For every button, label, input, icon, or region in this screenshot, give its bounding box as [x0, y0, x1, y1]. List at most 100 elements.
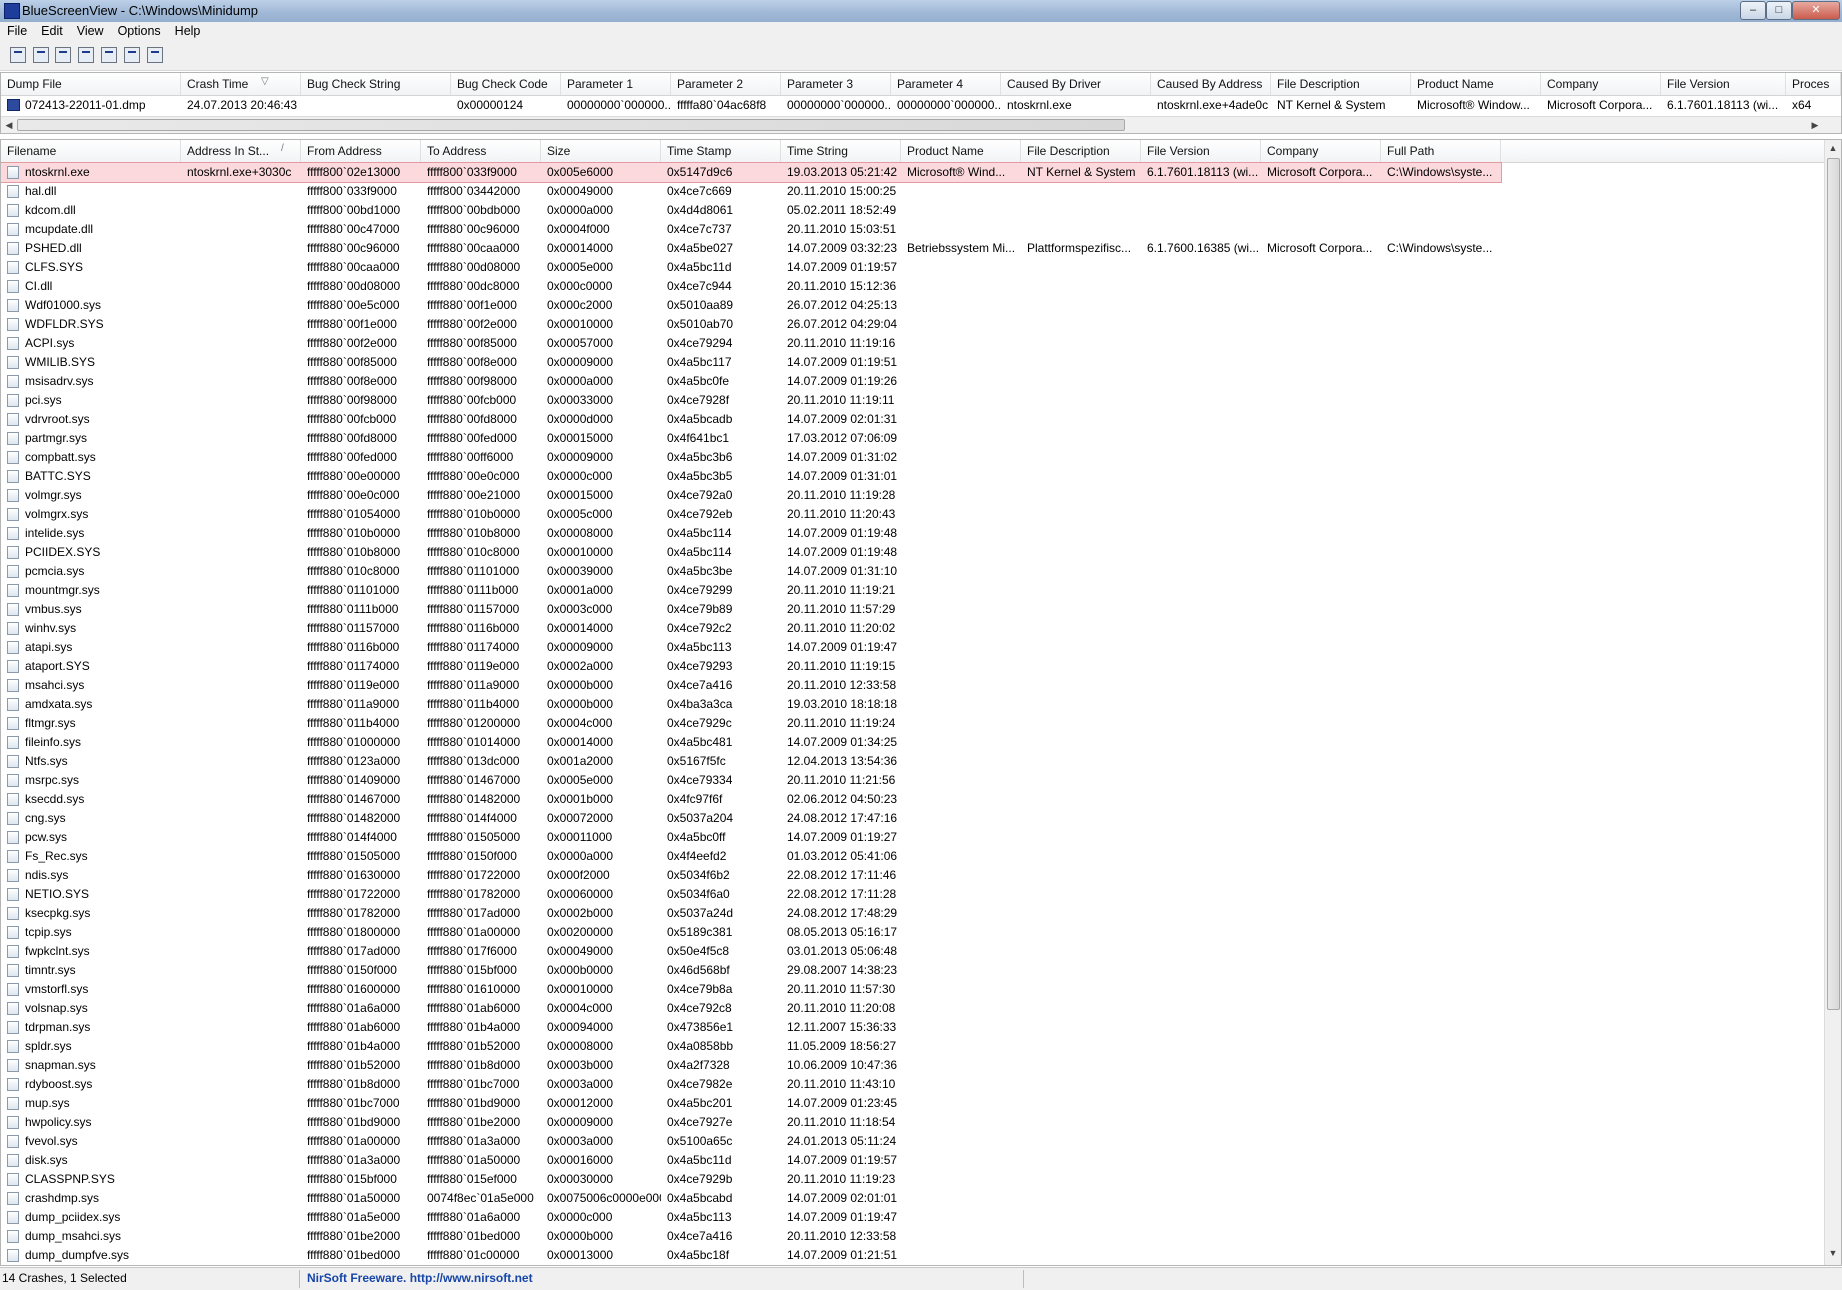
- column-header-full-path[interactable]: Full Path: [1381, 140, 1501, 162]
- column-header-parameter-3[interactable]: Parameter 3: [781, 73, 891, 95]
- column-header-parameter-1[interactable]: Parameter 1: [561, 73, 671, 95]
- properties-icon[interactable]: [101, 47, 117, 63]
- driver-row[interactable]: PCIIDEX.SYS fffff880`010b8000 fffff880`010…: [1, 543, 1501, 562]
- driver-row[interactable]: volmgrx.sys fffff880`01054000 fffff880`010…: [1, 505, 1501, 524]
- driver-row[interactable]: ataport.SYS fffff880`01174000 fffff880`011…: [1, 657, 1501, 676]
- column-header-file-version[interactable]: File Version: [1141, 140, 1261, 162]
- driver-row[interactable]: winhv.sys fffff880`01157000 fffff880`0116b…: [1, 619, 1501, 638]
- driver-row[interactable]: pcmcia.sys fffff880`010c8000 fffff880`0110…: [1, 562, 1501, 581]
- driver-row[interactable]: pcw.sys fffff880`014f4000 fffff880`0150500…: [1, 828, 1501, 847]
- driver-row[interactable]: rdyboost.sys fffff880`01b8d000 fffff880`01…: [1, 1075, 1501, 1094]
- column-header-parameter-2[interactable]: Parameter 2: [671, 73, 781, 95]
- column-header-company[interactable]: Company: [1261, 140, 1381, 162]
- menu-options[interactable]: Options: [111, 22, 168, 38]
- driver-row[interactable]: pci.sys fffff880`00f98000 fffff880`00fcb00…: [1, 391, 1501, 410]
- driver-row[interactable]: tcpip.sys fffff880`01800000 fffff880`01a00…: [1, 923, 1501, 942]
- refresh-icon[interactable]: [55, 47, 71, 63]
- driver-row[interactable]: hal.dll fffff800`033f9000 fffff800`0344200…: [1, 182, 1501, 201]
- column-header-product-name[interactable]: Product Name: [901, 140, 1021, 162]
- column-header-from-address[interactable]: From Address: [301, 140, 421, 162]
- column-header-file-description[interactable]: File Description: [1271, 73, 1411, 95]
- dump-row[interactable]: 072413-22011-01.dmp 24.07.2013 20:46:43 0x…: [1, 96, 1841, 115]
- driver-row[interactable]: snapman.sys fffff880`01b52000 fffff880`01b…: [1, 1056, 1501, 1075]
- column-header-parameter-4[interactable]: Parameter 4: [891, 73, 1001, 95]
- driver-row[interactable]: CI.dll fffff880`00d08000 fffff880`00dc8000…: [1, 277, 1501, 296]
- copy-icon[interactable]: [78, 47, 94, 63]
- scroll-left-icon[interactable]: ◀: [3, 120, 15, 131]
- driver-row[interactable]: Fs_Rec.sys fffff880`01505000 fffff880`0150…: [1, 847, 1501, 866]
- column-header-crash-time[interactable]: Crash Time: [181, 73, 301, 95]
- column-header-dump-file[interactable]: Dump File: [1, 73, 181, 95]
- column-header-caused-by-driver[interactable]: Caused By Driver: [1001, 73, 1151, 95]
- driver-row[interactable]: partmgr.sys fffff880`00fd8000 fffff880`00f…: [1, 429, 1501, 448]
- column-header-filename[interactable]: Filename: [1, 140, 181, 162]
- driver-row[interactable]: dump_msahci.sys fffff880`01be2000 fffff880…: [1, 1227, 1501, 1246]
- column-header-time-string[interactable]: Time String: [781, 140, 901, 162]
- driver-row[interactable]: NETIO.SYS fffff880`01722000 fffff880`01782…: [1, 885, 1501, 904]
- driver-row[interactable]: volmgr.sys fffff880`00e0c000 fffff880`00e2…: [1, 486, 1501, 505]
- menu-view[interactable]: View: [70, 22, 111, 38]
- driver-row[interactable]: msisadrv.sys fffff880`00f8e000 fffff880`00…: [1, 372, 1501, 391]
- driver-row[interactable]: cng.sys fffff880`01482000 fffff880`014f400…: [1, 809, 1501, 828]
- driver-row[interactable]: vmbus.sys fffff880`0111b000 fffff880`01157…: [1, 600, 1501, 619]
- driver-row[interactable]: dump_dumpfve.sys fffff880`01bed000 fffff88…: [1, 1246, 1501, 1265]
- driver-row[interactable]: WDFLDR.SYS fffff880`00f1e000 fffff880`00f2…: [1, 315, 1501, 334]
- scroll-up-icon[interactable]: ▲: [1827, 143, 1839, 153]
- column-header-bug-check-string[interactable]: Bug Check String: [301, 73, 451, 95]
- driver-row[interactable]: mcupdate.dll fffff880`00c47000 fffff880`00…: [1, 220, 1501, 239]
- column-header-company[interactable]: Company: [1541, 73, 1661, 95]
- close-button[interactable]: ✕: [1792, 1, 1840, 20]
- column-header-file-description[interactable]: File Description: [1021, 140, 1141, 162]
- minimize-button[interactable]: –: [1740, 1, 1766, 20]
- driver-row[interactable]: atapi.sys fffff880`0116b000 fffff880`01174…: [1, 638, 1501, 657]
- driver-row[interactable]: ntoskrnl.exe ntoskrnl.exe+3030c fffff800`0…: [1, 162, 1502, 183]
- exit-icon[interactable]: [147, 47, 163, 63]
- find-icon[interactable]: [124, 47, 140, 63]
- driver-row[interactable]: crashdmp.sys fffff880`01a50000 0074f8ec`01…: [1, 1189, 1501, 1208]
- driver-row[interactable]: vdrvroot.sys fffff880`00fcb000 fffff880`00…: [1, 410, 1501, 429]
- column-header-size[interactable]: Size: [541, 140, 661, 162]
- driver-row[interactable]: BATTC.SYS fffff880`00e00000 fffff880`00e0c…: [1, 467, 1501, 486]
- driver-row[interactable]: ndis.sys fffff880`01630000 fffff880`017220…: [1, 866, 1501, 885]
- driver-row[interactable]: Wdf01000.sys fffff880`00e5c000 fffff880`00…: [1, 296, 1501, 315]
- column-header-time-stamp[interactable]: Time Stamp: [661, 140, 781, 162]
- driver-row[interactable]: CLFS.SYS fffff880`00caa000 fffff880`00d080…: [1, 258, 1501, 277]
- driver-row[interactable]: spldr.sys fffff880`01b4a000 fffff880`01b52…: [1, 1037, 1501, 1056]
- menu-help[interactable]: Help: [168, 22, 208, 38]
- driver-row[interactable]: CLASSPNP.SYS fffff880`015bf000 fffff880`01…: [1, 1170, 1501, 1189]
- menu-edit[interactable]: Edit: [34, 22, 70, 38]
- driver-vscrollbar[interactable]: ▲ ▼: [1824, 140, 1841, 1265]
- column-header-product-name[interactable]: Product Name: [1411, 73, 1541, 95]
- driver-row[interactable]: PSHED.dll fffff880`00c96000 fffff880`00caa…: [1, 239, 1501, 258]
- driver-vscroll-thumb[interactable]: [1827, 158, 1840, 1010]
- column-header-proces[interactable]: Proces: [1786, 73, 1841, 95]
- driver-row[interactable]: volsnap.sys fffff880`01a6a000 fffff880`01a…: [1, 999, 1501, 1018]
- driver-row[interactable]: fwpkclnt.sys fffff880`017ad000 fffff880`01…: [1, 942, 1501, 961]
- scroll-down-icon[interactable]: ▼: [1827, 1248, 1839, 1258]
- driver-row[interactable]: fileinfo.sys fffff880`01000000 fffff880`01…: [1, 733, 1501, 752]
- driver-row[interactable]: disk.sys fffff880`01a3a000 fffff880`01a500…: [1, 1151, 1501, 1170]
- driver-row[interactable]: ACPI.sys fffff880`00f2e000 fffff880`00f850…: [1, 334, 1501, 353]
- driver-row[interactable]: tdrpman.sys fffff880`01ab6000 fffff880`01b…: [1, 1018, 1501, 1037]
- driver-row[interactable]: intelide.sys fffff880`010b0000 fffff880`01…: [1, 524, 1501, 543]
- nirsoft-link[interactable]: NirSoft Freeware. http://www.nirsoft.net: [307, 1271, 533, 1285]
- driver-row[interactable]: fltmgr.sys fffff880`011b4000 fffff880`0120…: [1, 714, 1501, 733]
- save-icon[interactable]: [10, 47, 26, 63]
- driver-row[interactable]: fvevol.sys fffff880`01a00000 fffff880`01a3…: [1, 1132, 1501, 1151]
- driver-row[interactable]: amdxata.sys fffff880`011a9000 fffff880`011…: [1, 695, 1501, 714]
- driver-row[interactable]: ksecpkg.sys fffff880`01782000 fffff880`017…: [1, 904, 1501, 923]
- driver-row[interactable]: Ntfs.sys fffff880`0123a000 fffff880`013dc0…: [1, 752, 1501, 771]
- column-header-caused-by-address[interactable]: Caused By Address: [1151, 73, 1271, 95]
- scroll-right-icon[interactable]: ▶: [1809, 120, 1821, 131]
- driver-row[interactable]: mup.sys fffff880`01bc7000 fffff880`01bd900…: [1, 1094, 1501, 1113]
- driver-row[interactable]: hwpolicy.sys fffff880`01bd9000 fffff880`01…: [1, 1113, 1501, 1132]
- driver-row[interactable]: timntr.sys fffff880`0150f000 fffff880`015b…: [1, 961, 1501, 980]
- dump-hscrollbar[interactable]: ◀ ▶: [1, 116, 1841, 133]
- dump-hscroll-thumb[interactable]: [17, 119, 1125, 131]
- driver-row[interactable]: msahci.sys fffff880`0119e000 fffff880`011a…: [1, 676, 1501, 695]
- maximize-button[interactable]: □: [1766, 1, 1792, 20]
- driver-row[interactable]: dump_pciidex.sys fffff880`01a5e000 fffff88…: [1, 1208, 1501, 1227]
- driver-row[interactable]: vmstorfl.sys fffff880`01600000 fffff880`01…: [1, 980, 1501, 999]
- driver-row[interactable]: compbatt.sys fffff880`00fed000 fffff880`00…: [1, 448, 1501, 467]
- driver-row[interactable]: kdcom.dll fffff800`00bd1000 fffff800`00bdb…: [1, 201, 1501, 220]
